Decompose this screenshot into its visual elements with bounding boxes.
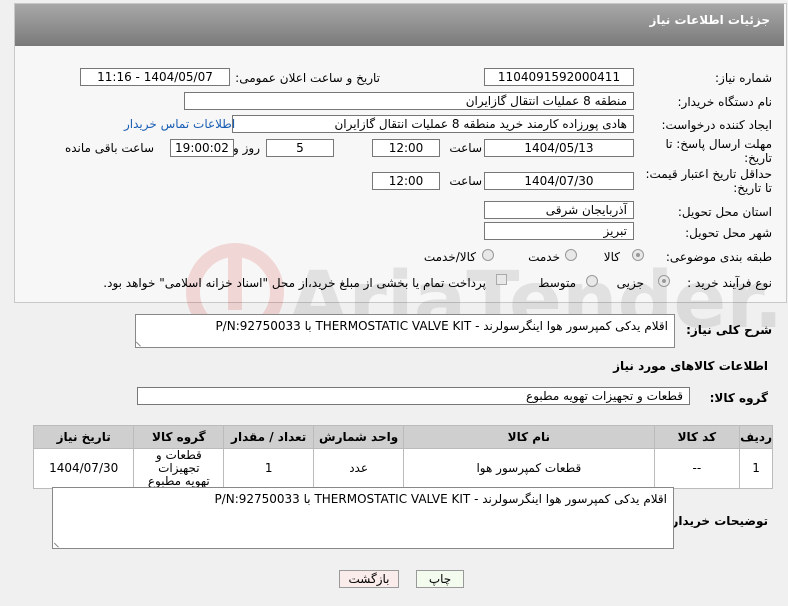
goods-group-field: قطعات و تجهیزات تهویه مطبوع — [137, 387, 690, 405]
days-label: روز و — [233, 141, 260, 155]
reply-deadline-label-2: تاریخ: — [744, 151, 772, 165]
buyer-notes-label: توضیحات خریدار: — [666, 514, 768, 528]
price-validity-time-label: ساعت — [449, 174, 482, 188]
page-title: جزئیات اطلاعات نیاز — [649, 13, 770, 27]
buyer-org-field: منطقه 8 عملیات انتقال گازایران — [184, 92, 634, 110]
creator-field: هادی پورزاده کارمند خرید منطقه 8 عملیات … — [232, 115, 634, 133]
process-option-medium: متوسط — [538, 276, 576, 290]
process-radio-minor[interactable] — [658, 275, 670, 287]
cell-group-line1: قطعات و تجهیزات — [155, 448, 202, 475]
remaining-time-field: 19:00:02 — [170, 139, 234, 157]
reply-time-label: ساعت — [449, 141, 482, 155]
price-validity-label: حداقل تاریخ اعتبار قیمت: — [645, 167, 772, 181]
announce-label: تاریخ و ساعت اعلان عمومی: — [235, 71, 380, 85]
announce-field: 1404/05/07 - 11:16 — [80, 68, 230, 86]
back-button[interactable]: بازگشت — [339, 570, 399, 588]
cell-name: قطعات کمپرسور هوا — [403, 448, 655, 489]
process-radio-medium[interactable] — [586, 275, 598, 287]
buyer-notes-text: اقلام یدکی کمپرسور هوا اینگرسولرند - THE… — [214, 492, 667, 506]
col-name: نام کالا — [403, 425, 655, 449]
category-option-service: خدمت — [528, 250, 560, 264]
goods-table: ردیف کد کالا نام کالا واحد شمارش تعداد /… — [32, 425, 773, 489]
col-row: ردیف — [739, 425, 773, 449]
province-field: آذربایجان شرقی — [484, 201, 634, 219]
category-option-goods-service: کالا/خدمت — [423, 250, 476, 264]
price-validity-label-2: تا تاریخ: — [733, 181, 772, 195]
city-field: تبریز — [484, 222, 634, 240]
cell-date: 1404/07/30 — [32, 448, 135, 489]
price-validity-time-field: 12:00 — [372, 172, 440, 190]
reply-date-field: 1404/05/13 — [484, 139, 634, 157]
need-number-label: شماره نیاز: — [715, 71, 772, 85]
reply-time-field: 12:00 — [372, 139, 440, 157]
buyer-org-label: نام دستگاه خریدار: — [677, 95, 773, 109]
print-button[interactable]: چاپ — [416, 570, 464, 588]
description-textarea[interactable]: اقلام یدکی کمپرسور هوا اینگرسولرند - THE… — [135, 314, 675, 348]
cell-unit: عدد — [313, 448, 405, 489]
category-label: طبقه بندی موضوعی: — [665, 250, 772, 264]
cell-group: قطعات و تجهیزات تهویه مطبوع — [133, 448, 225, 489]
cell-row: 1 — [739, 448, 773, 489]
remaining-label: ساعت باقی مانده — [64, 141, 154, 155]
col-date: تاریخ نیاز — [32, 425, 135, 449]
treasury-payment-note: پرداخت تمام یا بخشی از مبلغ خرید،از محل … — [103, 276, 486, 290]
creator-label: ایجاد کننده درخواست: — [661, 118, 772, 132]
buyer-notes-textarea[interactable]: اقلام یدکی کمپرسور هوا اینگرسولرند - THE… — [52, 487, 674, 549]
cell-qty: 1 — [223, 448, 315, 489]
col-group: گروه کالا — [133, 425, 225, 449]
treasury-payment-checkbox[interactable] — [496, 274, 507, 285]
process-option-minor: جزیی — [616, 276, 644, 290]
goods-table-header: ردیف کد کالا نام کالا واحد شمارش تعداد /… — [32, 425, 773, 449]
goods-group-label: گروه کالا: — [709, 391, 768, 405]
category-radio-goods[interactable] — [632, 249, 644, 261]
province-label: استان محل تحویل: — [677, 205, 772, 219]
col-unit: واحد شمارش — [313, 425, 405, 449]
col-code: کد کالا — [653, 425, 741, 449]
description-text: اقلام یدکی کمپرسور هوا اینگرسولرند - THE… — [215, 319, 668, 333]
goods-section-title: اطلاعات کالاهای مورد نیاز — [613, 359, 768, 373]
buyer-contact-link[interactable]: اطلاعات تماس خریدار — [124, 117, 235, 131]
cell-group-line2: تهویه مطبوع — [147, 474, 210, 488]
price-validity-date-field: 1404/07/30 — [484, 172, 634, 190]
city-label: شهر محل تحویل: — [685, 226, 772, 240]
col-qty: تعداد / مقدار — [223, 425, 315, 449]
reply-deadline-label: مهلت ارسال پاسخ: تا — [665, 137, 772, 151]
need-number-field: 1104091592000411 — [484, 68, 634, 86]
table-row: 1 -- قطعات کمپرسور هوا عدد 1 قطعات و تجه… — [32, 448, 773, 489]
description-label: شرح کلی نیاز: — [686, 323, 772, 337]
category-radio-service[interactable] — [565, 249, 577, 261]
reply-days-field: 5 — [266, 139, 334, 157]
category-radio-goods-service[interactable] — [482, 249, 494, 261]
cell-code: -- — [653, 448, 741, 489]
process-label: نوع فرآیند خرید : — [687, 276, 772, 290]
category-option-goods: کالا — [603, 250, 620, 264]
